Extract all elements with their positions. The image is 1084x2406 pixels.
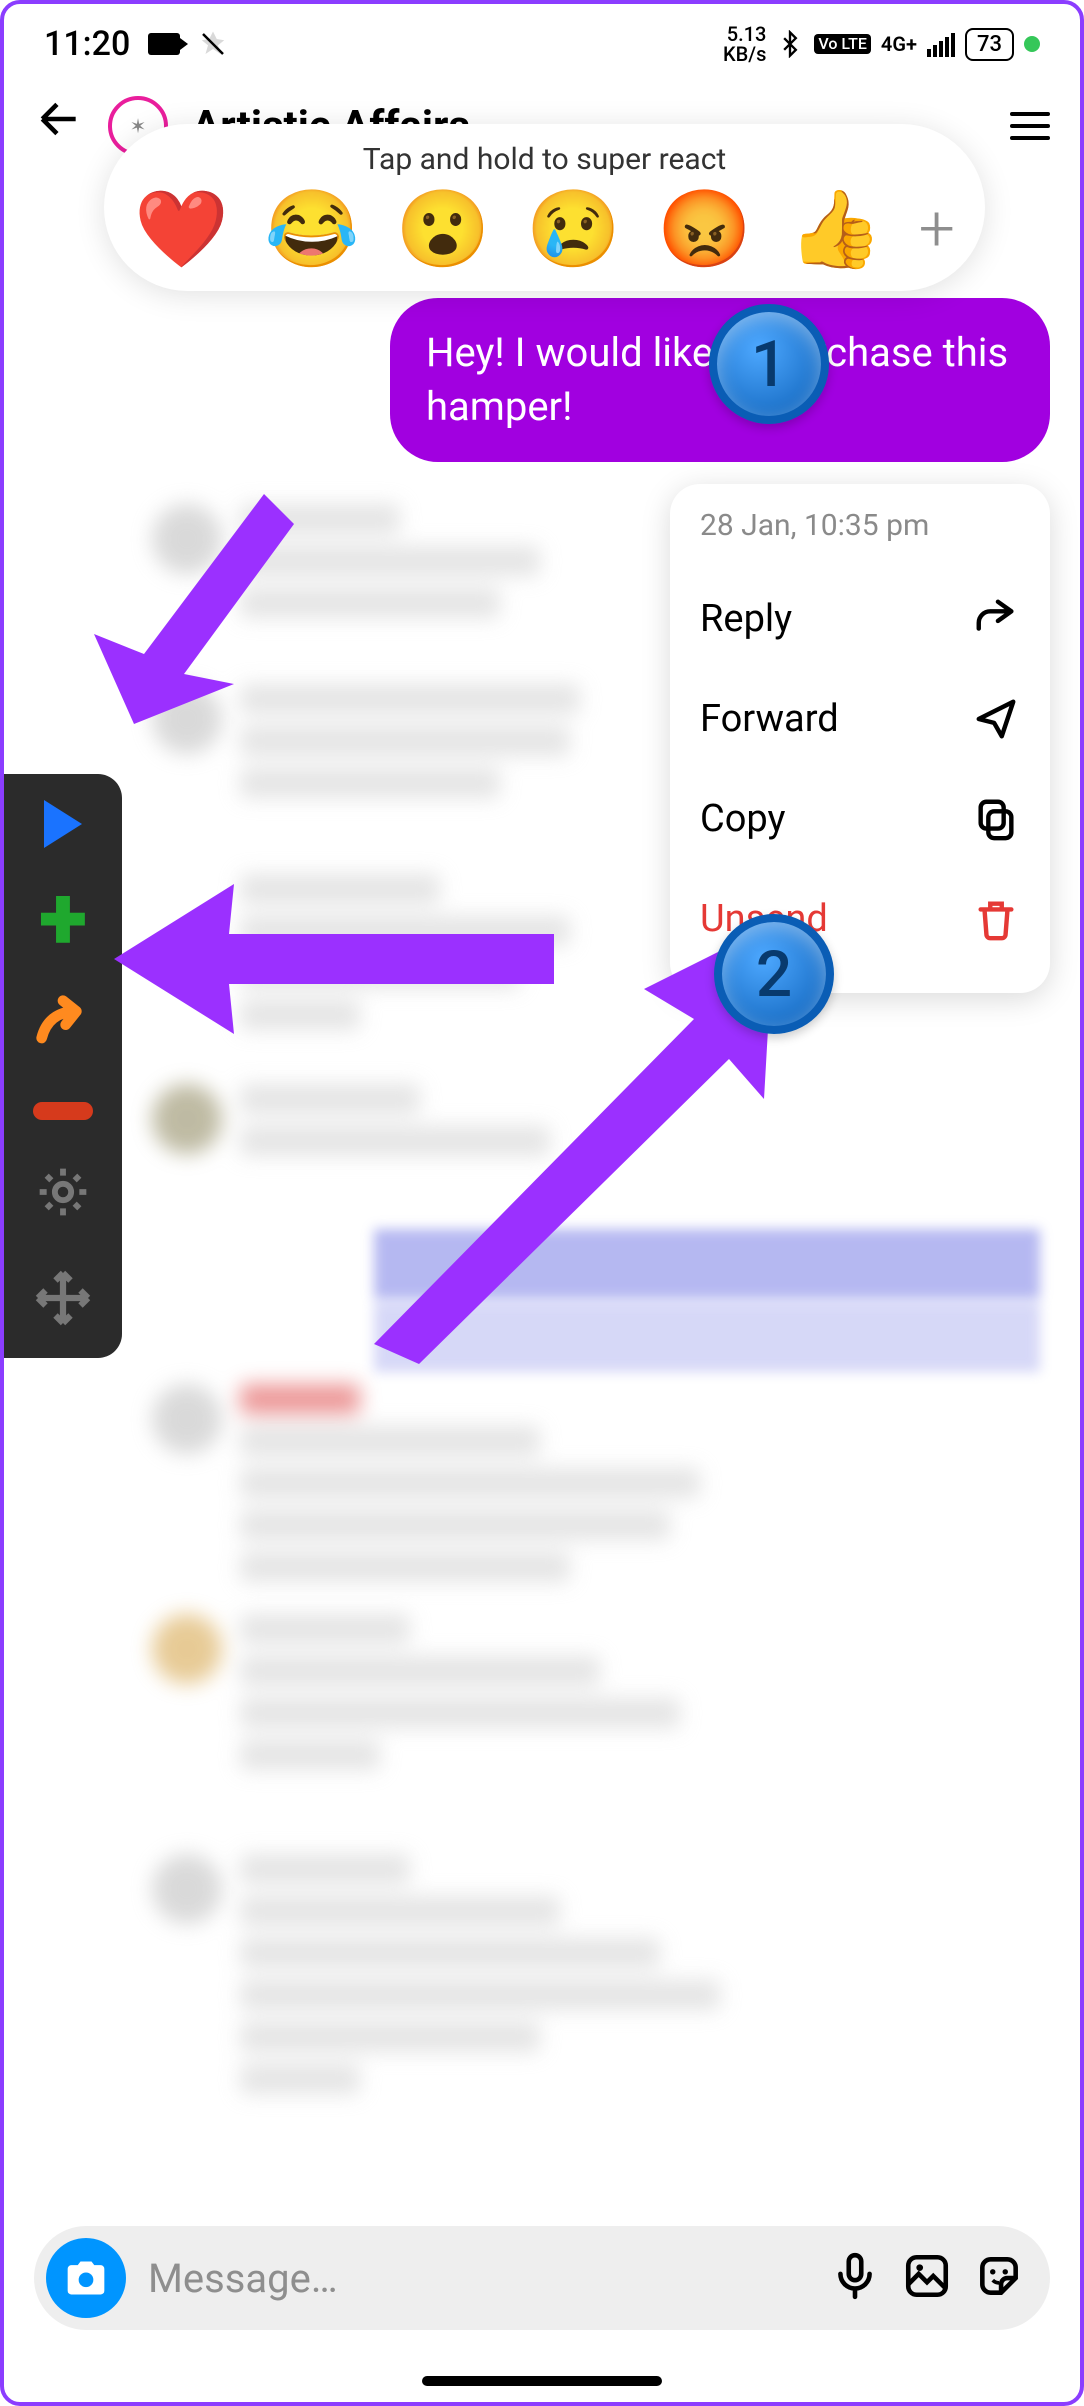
- context-reply-label: Reply: [700, 597, 792, 641]
- step-badge-1: 1: [709, 304, 829, 424]
- move-icon[interactable]: [33, 1268, 93, 1332]
- reply-icon: [972, 595, 1020, 643]
- react-wow[interactable]: 😮: [396, 191, 491, 267]
- gear-icon[interactable]: [35, 1164, 91, 1224]
- context-timestamp: 28 Jan, 10:35 pm: [700, 508, 1020, 543]
- reaction-bar: Tap and hold to super react ❤️ 😂 😮 😢 😡 👍…: [104, 124, 985, 291]
- blurred-message: [152, 1854, 720, 2094]
- location-off-icon: [198, 29, 228, 59]
- step-badge-2: 2: [714, 914, 834, 1034]
- react-thumbsup[interactable]: 👍: [788, 191, 883, 267]
- volte-badge: Vo LTE: [814, 34, 871, 54]
- menu-button[interactable]: [1010, 112, 1050, 140]
- add-reaction-button[interactable]: +: [919, 197, 955, 261]
- context-forward-label: Forward: [700, 697, 839, 741]
- play-icon[interactable]: [44, 800, 82, 848]
- context-forward[interactable]: Forward: [700, 669, 1020, 769]
- blurred-message: [152, 1614, 680, 1770]
- copy-icon: [972, 795, 1020, 843]
- home-indicator: [422, 2376, 662, 2386]
- react-angry[interactable]: 😡: [657, 191, 752, 267]
- camera-status-icon: [148, 33, 180, 55]
- message-context-menu: 28 Jan, 10:35 pm Reply Forward Copy Unse…: [670, 484, 1050, 993]
- sticker-button[interactable]: [974, 2251, 1024, 2305]
- annotation-toolbar: +: [4, 774, 122, 1358]
- signal-icon: [927, 31, 955, 57]
- send-icon: [972, 695, 1020, 743]
- context-copy[interactable]: Copy: [700, 769, 1020, 869]
- reaction-hint: Tap and hold to super react: [134, 142, 955, 177]
- minus-icon[interactable]: [33, 1102, 93, 1120]
- privacy-indicator-icon: [1024, 36, 1040, 52]
- camera-button[interactable]: [46, 2238, 126, 2318]
- gallery-button[interactable]: [902, 2251, 952, 2305]
- blurred-message: [152, 1384, 700, 1582]
- message-input-bar: Message…: [34, 2226, 1050, 2330]
- annotation-arrow: [74, 494, 294, 744]
- status-bar: 11:20 5.13 KB/s Vo LTE 4G+ 73: [4, 4, 1080, 74]
- trash-icon: [972, 895, 1020, 943]
- network-speed: 5.13 KB/s: [723, 24, 766, 64]
- context-reply[interactable]: Reply: [700, 569, 1020, 669]
- clock: 11:20: [44, 24, 130, 64]
- signal-type: 4G+: [881, 32, 917, 56]
- share-arrow-icon[interactable]: [31, 990, 95, 1058]
- battery-indicator: 73: [965, 28, 1014, 61]
- react-heart[interactable]: ❤️: [134, 191, 229, 267]
- message-input[interactable]: Message…: [148, 2255, 808, 2302]
- context-copy-label: Copy: [700, 797, 786, 841]
- react-laugh[interactable]: 😂: [265, 191, 360, 267]
- react-sad[interactable]: 😢: [526, 191, 621, 267]
- back-button[interactable]: [34, 94, 84, 158]
- mic-button[interactable]: [830, 2251, 880, 2305]
- bluetooth-icon: [776, 30, 804, 58]
- plus-icon[interactable]: +: [39, 892, 87, 946]
